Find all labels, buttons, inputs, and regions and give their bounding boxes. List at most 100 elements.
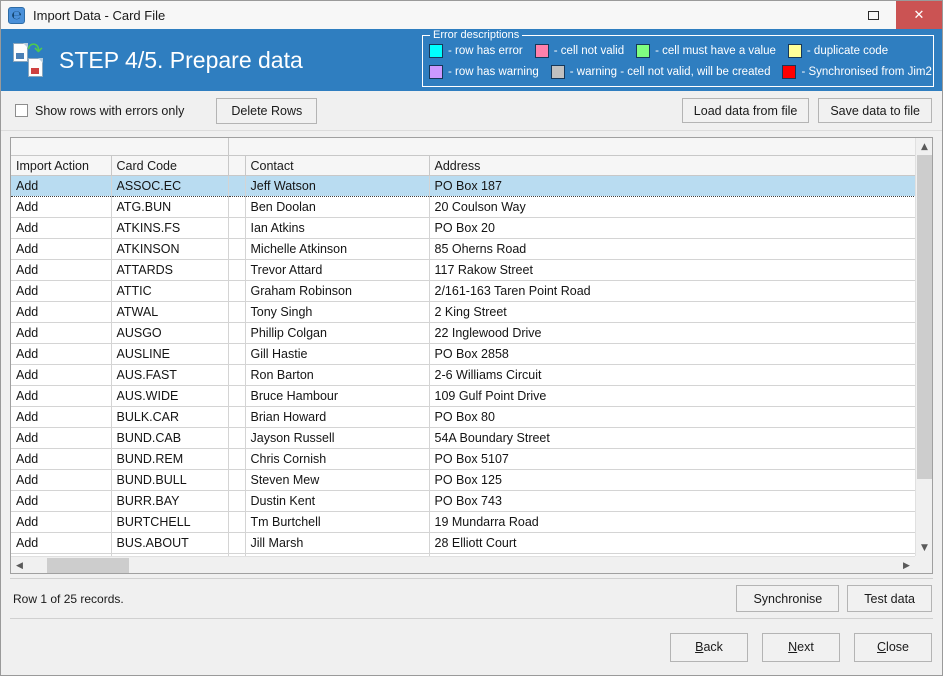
cell-card-code[interactable]: ATG.BUN — [111, 196, 229, 218]
cell-contact[interactable]: Jill Marsh — [245, 532, 430, 554]
cell-narrow[interactable] — [228, 490, 246, 512]
cell-contact[interactable]: Dustin Kent — [245, 490, 430, 512]
cell-card-code[interactable]: ATKINS.FS — [111, 217, 229, 239]
cell-import-action[interactable]: Add — [11, 448, 112, 470]
cell-contact[interactable]: Michelle Atkinson — [245, 238, 430, 260]
cell-address[interactable]: PO Box 5107 — [429, 448, 915, 470]
table-row[interactable]: Add ATKINS.FS Ian Atkins PO Box 20 — [11, 217, 915, 239]
cell-import-action[interactable]: Add — [11, 217, 112, 239]
column-header-address[interactable]: Address — [429, 155, 915, 176]
show-errors-only-checkbox[interactable]: Show rows with errors only — [15, 104, 184, 118]
close-button[interactable]: Close — [854, 632, 932, 662]
cell-card-code[interactable]: AUSLINE — [111, 343, 229, 365]
table-row[interactable]: Add BUND.CAB Jayson Russell 54A Boundary St… — [11, 427, 915, 449]
cell-card-code[interactable]: ATTIC — [111, 280, 229, 302]
cell-narrow[interactable] — [228, 406, 246, 428]
cell-contact[interactable]: Gill Hastie — [245, 343, 430, 365]
save-data-to-file-button[interactable]: Save data to file — [818, 98, 932, 123]
cell-import-action[interactable]: Add — [11, 238, 112, 260]
cell-address[interactable]: PO Box 743 — [429, 490, 915, 512]
table-row[interactable]: Add BURTCHELL Tm Burtchell 19 Mundarra Road — [11, 511, 915, 533]
cell-contact[interactable]: Ben Doolan — [245, 196, 430, 218]
cell-address[interactable]: 85 Oherns Road — [429, 238, 915, 260]
cell-address[interactable]: 2/161-163 Taren Point Road — [429, 280, 915, 302]
cell-contact[interactable]: Jayson Russell — [245, 427, 430, 449]
column-header-narrow[interactable] — [228, 155, 246, 176]
cell-card-code[interactable]: AUS.WIDE — [111, 385, 229, 407]
cell-import-action[interactable]: Add — [11, 406, 112, 428]
cell-address[interactable]: 117 Rakow Street — [429, 259, 915, 281]
table-row[interactable]: Add BULK.CAR Brian Howard PO Box 80 — [11, 406, 915, 428]
table-row[interactable]: Add ATKINSON Michelle Atkinson 85 Oherns Ro… — [11, 238, 915, 260]
cell-address[interactable]: PO Box 80 — [429, 406, 915, 428]
cell-import-action[interactable]: Add — [11, 385, 112, 407]
cell-narrow[interactable] — [228, 469, 246, 491]
cell-narrow[interactable] — [228, 238, 246, 260]
column-header-card-code[interactable]: Card Code — [111, 155, 229, 176]
cell-card-code[interactable]: BULK.CAR — [111, 406, 229, 428]
cell-address[interactable]: 28 Elliott Court — [429, 532, 915, 554]
cell-import-action[interactable]: Add — [11, 322, 112, 344]
cell-card-code[interactable]: BUS.ABOUT — [111, 532, 229, 554]
cell-narrow[interactable] — [228, 427, 246, 449]
cell-address[interactable]: 109 Gulf Point Drive — [429, 385, 915, 407]
cell-card-code[interactable]: BURTCHELL — [111, 511, 229, 533]
cell-card-code[interactable]: ATWAL — [111, 301, 229, 323]
table-row[interactable]: Add BURR.BAY Dustin Kent PO Box 743 — [11, 490, 915, 512]
cell-contact[interactable]: Steven Mew — [245, 469, 430, 491]
vertical-scroll-thumb[interactable] — [917, 155, 932, 479]
cell-narrow[interactable] — [228, 175, 246, 197]
cell-address[interactable]: 19 Mundarra Road — [429, 511, 915, 533]
table-row[interactable]: Add ATTIC Graham Robinson 2/161-163 Taren P… — [11, 280, 915, 302]
back-button[interactable]: Back — [670, 632, 748, 662]
cell-contact[interactable]: Tm Burtchell — [245, 511, 430, 533]
grid-vertical-scrollbar[interactable]: ▲ ▼ — [915, 138, 932, 556]
synchronise-button[interactable]: Synchronise — [736, 585, 840, 612]
scroll-left-icon[interactable]: ◀ — [11, 557, 28, 573]
table-row[interactable]: Add AUSGO Phillip Colgan 22 Inglewood Drive — [11, 322, 915, 344]
cell-narrow[interactable] — [228, 259, 246, 281]
table-row[interactable]: Add BUND.REM Chris Cornish PO Box 5107 — [11, 448, 915, 470]
horizontal-scroll-thumb[interactable] — [47, 558, 129, 573]
grid-horizontal-scrollbar[interactable]: ◀ ▶ — [11, 556, 915, 573]
cell-import-action[interactable]: Add — [11, 532, 112, 554]
cell-address[interactable]: 20 Coulson Way — [429, 196, 915, 218]
checkbox-indicator[interactable] — [15, 104, 28, 117]
delete-rows-button[interactable]: Delete Rows — [216, 97, 318, 124]
cell-narrow[interactable] — [228, 448, 246, 470]
cell-narrow[interactable] — [228, 196, 246, 218]
cell-address[interactable]: 22 Inglewood Drive — [429, 322, 915, 344]
cell-contact[interactable]: Ian Atkins — [245, 217, 430, 239]
cell-narrow[interactable] — [228, 364, 246, 386]
import-data-grid[interactable]: Import Action Card Code Contact Address … — [10, 137, 933, 574]
cell-card-code[interactable]: BUND.REM — [111, 448, 229, 470]
cell-narrow[interactable] — [228, 343, 246, 365]
maximize-button[interactable] — [851, 1, 896, 29]
cell-address[interactable]: 54A Boundary Street — [429, 427, 915, 449]
cell-contact[interactable]: Phillip Colgan — [245, 322, 430, 344]
cell-narrow[interactable] — [228, 385, 246, 407]
load-data-from-file-button[interactable]: Load data from file — [681, 98, 810, 123]
cell-import-action[interactable]: Add — [11, 469, 112, 491]
cell-narrow[interactable] — [228, 322, 246, 344]
cell-import-action[interactable]: Add — [11, 364, 112, 386]
cell-import-action[interactable]: Add — [11, 490, 112, 512]
scroll-down-icon[interactable]: ▼ — [916, 539, 932, 556]
table-row[interactable]: Add ASSOC.EC Jeff Watson PO Box 187 — [11, 175, 915, 197]
cell-import-action[interactable]: Add — [11, 511, 112, 533]
cell-address[interactable]: PO Box 2858 — [429, 343, 915, 365]
scroll-right-icon[interactable]: ▶ — [898, 557, 915, 573]
cell-narrow[interactable] — [228, 511, 246, 533]
column-header-contact[interactable]: Contact — [245, 155, 430, 176]
cell-card-code[interactable]: ATTARDS — [111, 259, 229, 281]
cell-import-action[interactable]: Add — [11, 301, 112, 323]
cell-address[interactable]: PO Box 20 — [429, 217, 915, 239]
next-button[interactable]: Next — [762, 632, 840, 662]
test-data-button[interactable]: Test data — [847, 585, 932, 612]
cell-address[interactable]: PO Box 187 — [429, 175, 915, 197]
cell-import-action[interactable]: Add — [11, 280, 112, 302]
cell-address[interactable]: 2 King Street — [429, 301, 915, 323]
table-row[interactable]: Add AUS.WIDE Bruce Hambour 109 Gulf Point D… — [11, 385, 915, 407]
cell-contact[interactable]: Chris Cornish — [245, 448, 430, 470]
cell-contact[interactable]: Trevor Attard — [245, 259, 430, 281]
